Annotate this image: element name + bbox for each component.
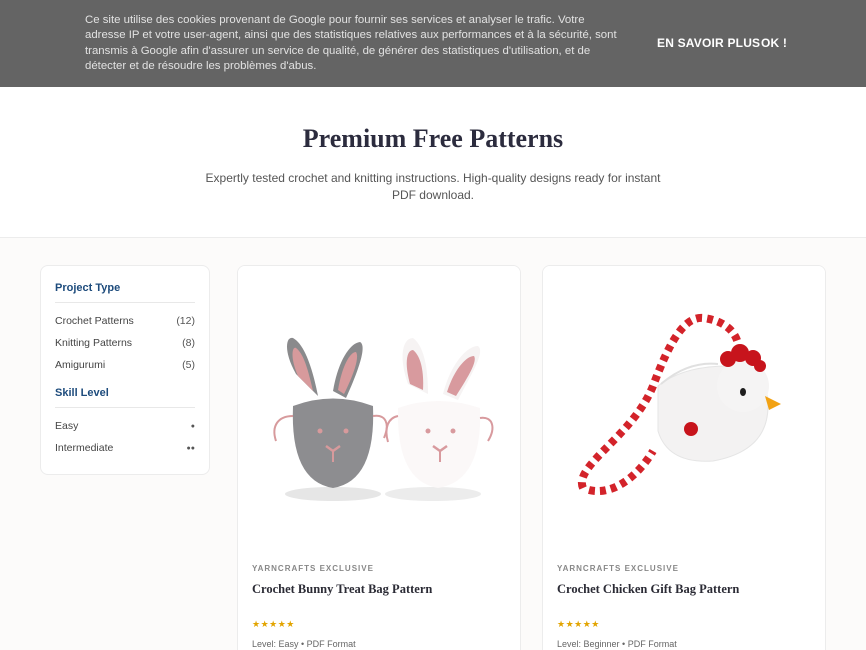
skill-level-heading: Skill Level [55, 387, 195, 408]
filter-label: Crochet Patterns [55, 315, 134, 327]
filter-skill-easy[interactable]: Easy ● [55, 420, 195, 433]
filter-label: Intermediate [55, 442, 114, 454]
cookie-text: Ce site utilise des cookies provenant de… [85, 14, 617, 72]
filter-count: (8) [182, 337, 195, 349]
card-meta: Level: Easy • PDF Format [252, 639, 356, 649]
card-title-link[interactable]: Crochet Bunny Treat Bag Pattern [252, 582, 432, 597]
cookie-banner: Ce site utilise des cookies provenant de… [0, 0, 866, 87]
star-rating: ★★★★★ [252, 619, 295, 629]
hero-section: Premium Free Patterns Expertly tested cr… [0, 87, 866, 238]
skill-dots: ● [190, 423, 195, 430]
pattern-card[interactable]: YARNCRAFTS EXCLUSIVE Crochet Chicken Gif… [542, 265, 826, 650]
filter-count: (5) [182, 359, 195, 371]
learn-more-button[interactable]: EN SAVOIR PLUS [657, 36, 760, 50]
filter-knitting-patterns[interactable]: Knitting Patterns (8) [55, 337, 195, 349]
filter-count: (12) [176, 315, 195, 327]
pattern-card[interactable]: YARNCRAFTS EXCLUSIVE Crochet Bunny Treat… [237, 265, 521, 650]
project-type-heading: Project Type [55, 282, 195, 303]
page-subtitle: Expertly tested crochet and knitting ins… [205, 171, 661, 202]
page-title: Premium Free Patterns [302, 124, 564, 153]
filter-label: Easy [55, 420, 79, 432]
ok-button[interactable]: OK ! [761, 36, 787, 50]
filter-skill-intermediate[interactable]: Intermediate ●● [55, 442, 195, 455]
filter-sidebar: Project Type Crochet Patterns (12) Knitt… [40, 265, 210, 475]
crochet-chicken-bag-image[interactable] [543, 266, 826, 541]
crochet-bunnies-image[interactable] [238, 266, 521, 541]
filter-label: Knitting Patterns [55, 337, 133, 349]
star-rating: ★★★★★ [557, 619, 600, 629]
filter-label: Amigurumi [55, 359, 106, 371]
filter-crochet-patterns[interactable]: Crochet Patterns (12) [55, 315, 195, 327]
card-meta: Level: Beginner • PDF Format [557, 639, 677, 649]
card-tag: YARNCRAFTS EXCLUSIVE [557, 564, 679, 573]
card-tag: YARNCRAFTS EXCLUSIVE [252, 564, 374, 573]
filter-amigurumi[interactable]: Amigurumi (5) [55, 359, 195, 371]
skill-dots: ●● [186, 445, 195, 452]
card-title-link[interactable]: Crochet Chicken Gift Bag Pattern [557, 582, 739, 597]
